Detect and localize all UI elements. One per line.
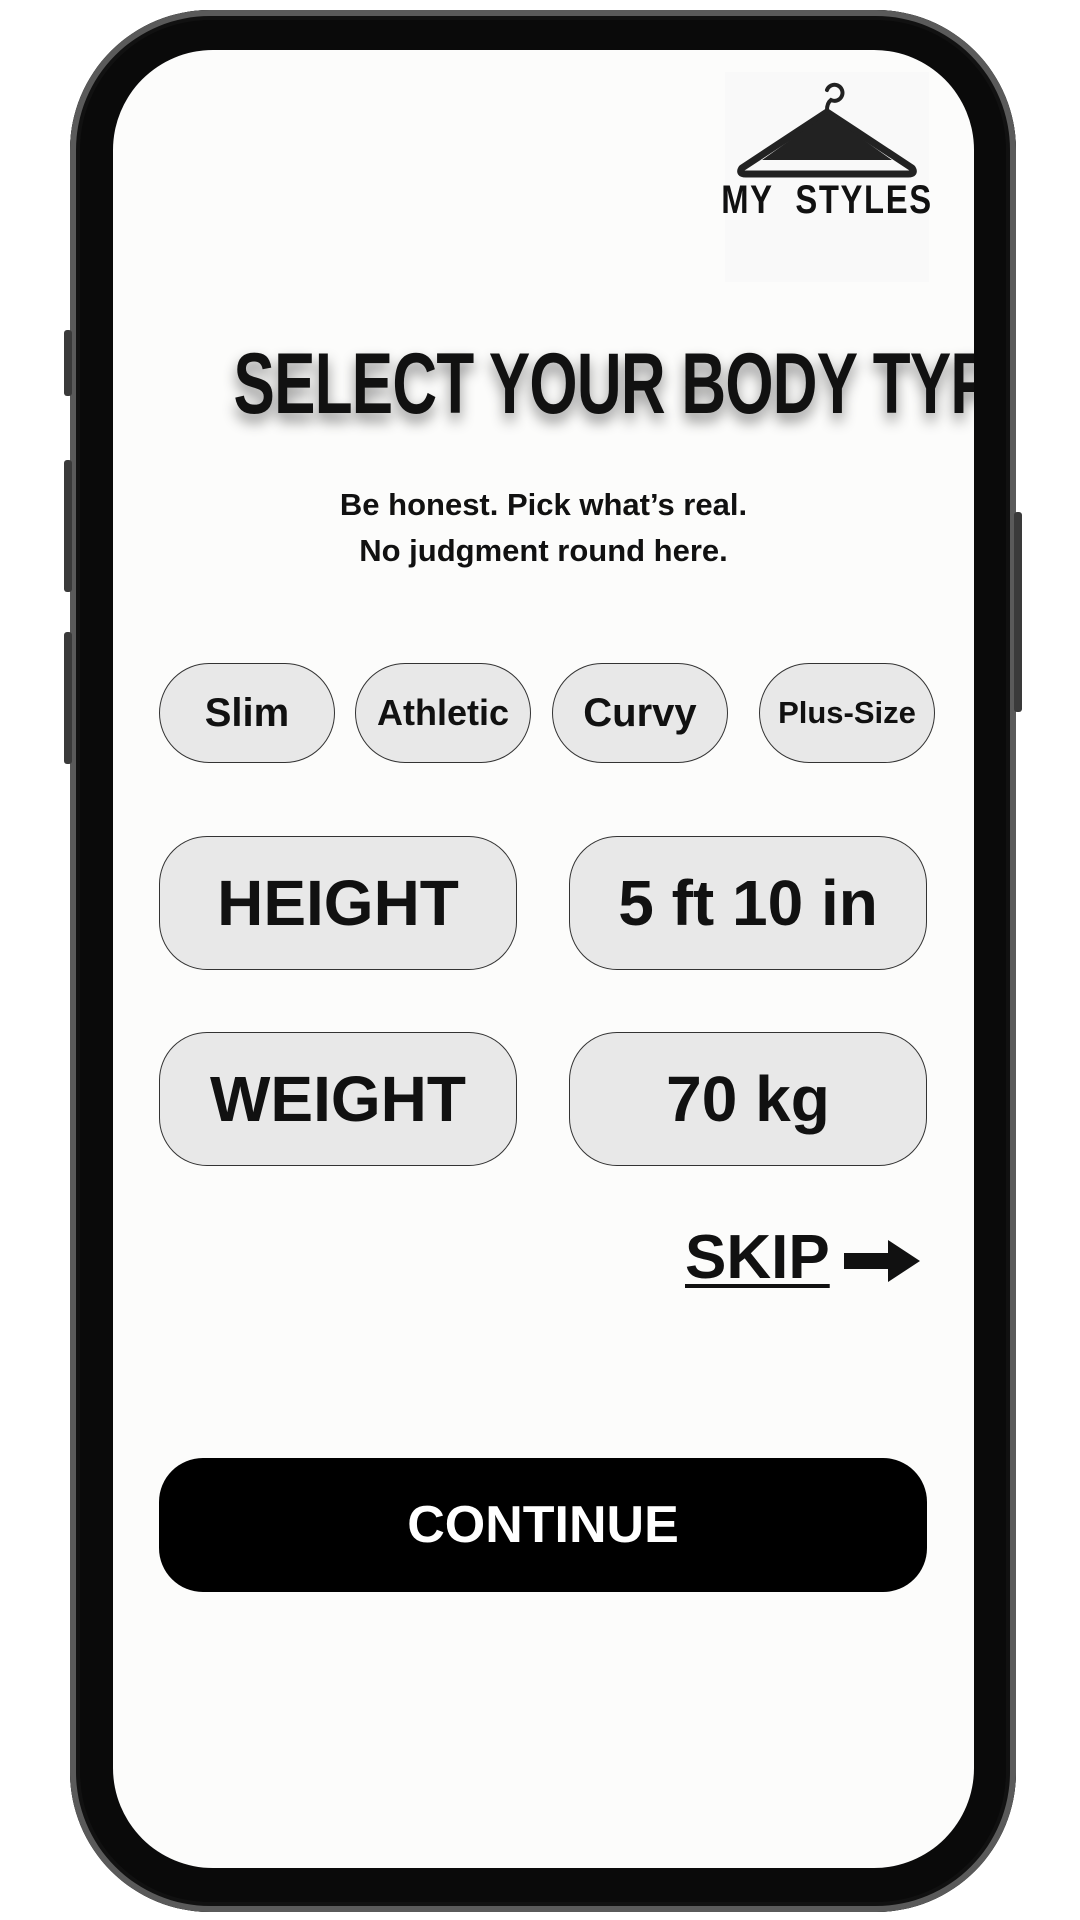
subtitle-line-1: Be honest. Pick what’s real. <box>339 487 748 522</box>
hanger-icon <box>737 82 917 178</box>
body-type-options: Slim Athletic Curvy Plus-Size <box>159 663 935 763</box>
subtitle-line-2: No judgment round here. <box>359 533 728 568</box>
body-type-athletic[interactable]: Athletic <box>355 663 531 763</box>
phone-side-button <box>64 632 72 764</box>
app-logo: MY STYLES <box>721 72 931 282</box>
logo-text: MY STYLES <box>721 178 933 222</box>
app-screen: MY STYLES SELECT YOUR BODY TYPE Be hones… <box>113 50 974 1868</box>
weight-label: WEIGHT <box>159 1032 517 1166</box>
continue-button[interactable]: CONTINUE <box>159 1458 927 1592</box>
page-subtitle: Be honest. Pick what’s real. No judgment… <box>113 482 974 574</box>
body-type-plus-size[interactable]: Plus-Size <box>759 663 935 763</box>
skip-label: SKIP <box>685 1223 830 1292</box>
body-type-curvy[interactable]: Curvy <box>552 663 728 763</box>
height-label: HEIGHT <box>159 836 517 970</box>
arrow-right-icon <box>843 1239 920 1282</box>
body-type-slim[interactable]: Slim <box>159 663 335 763</box>
weight-value-field[interactable]: 70 kg <box>569 1032 927 1166</box>
skip-link[interactable]: SKIP <box>685 1222 922 1293</box>
page-title: SELECT YOUR BODY TYPE <box>233 336 974 432</box>
phone-side-button <box>64 460 72 592</box>
height-value-field[interactable]: 5 ft 10 in <box>569 836 927 970</box>
phone-side-button <box>64 330 72 396</box>
phone-side-button <box>1014 512 1022 712</box>
